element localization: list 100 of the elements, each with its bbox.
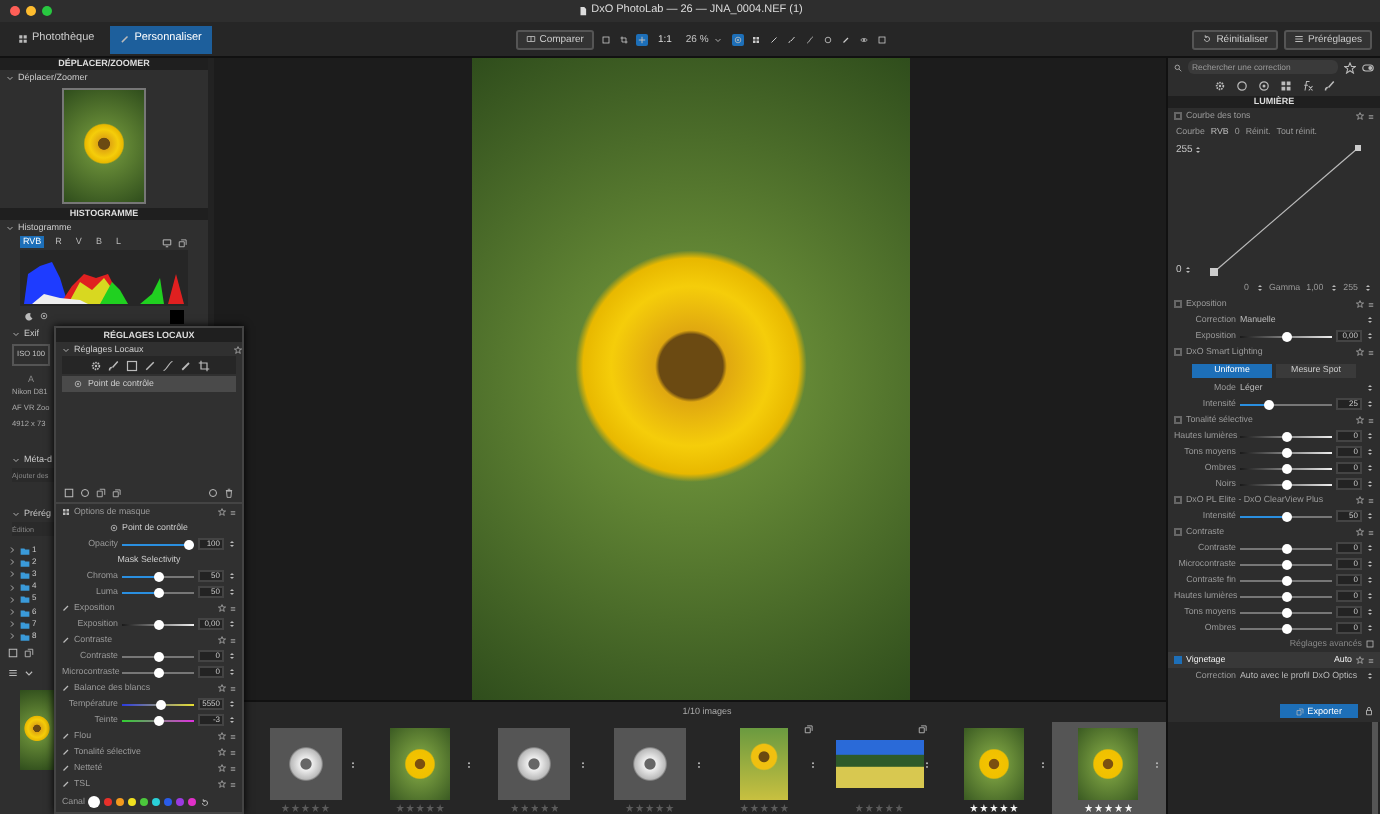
minimize-button[interactable] (26, 6, 36, 16)
target-icon[interactable] (1257, 80, 1269, 92)
star-rating[interactable] (510, 804, 559, 812)
menu-icon[interactable] (1368, 657, 1374, 663)
color-dot[interactable] (104, 798, 113, 806)
slider-thumb[interactable] (156, 699, 167, 709)
stack-icon[interactable] (918, 724, 929, 734)
menu-icon[interactable] (230, 509, 236, 515)
stepper-icon[interactable] (1366, 448, 1374, 456)
circle-icon[interactable] (208, 488, 218, 498)
menu-icon[interactable] (1368, 113, 1374, 119)
menu-icon[interactable] (230, 749, 236, 755)
stepper-icon[interactable] (1366, 332, 1374, 340)
slider[interactable] (1240, 607, 1332, 617)
menu-icon[interactable] (230, 781, 236, 787)
menu-icon[interactable] (1368, 529, 1374, 535)
color-dot[interactable] (140, 798, 149, 806)
caret-icon[interactable] (6, 73, 14, 81)
stepper-icon[interactable] (228, 668, 236, 676)
photo-thumbnail[interactable] (613, 728, 686, 800)
star-icon[interactable] (218, 508, 226, 516)
menu-icon[interactable] (1368, 301, 1374, 307)
star-rating[interactable] (281, 804, 330, 812)
color-dot[interactable] (164, 798, 173, 806)
menu-icon[interactable] (8, 668, 18, 678)
star-icon[interactable] (1356, 496, 1364, 504)
photo-thumbnail[interactable] (963, 728, 1024, 800)
lock-icon[interactable] (1364, 706, 1374, 716)
stepper-icon[interactable] (1366, 384, 1374, 392)
color-dot[interactable] (128, 798, 137, 806)
star-rating[interactable] (1084, 804, 1133, 812)
color-dot[interactable] (188, 798, 197, 806)
slider[interactable] (122, 699, 194, 709)
stepper-icon[interactable] (1366, 576, 1374, 584)
grid-icon[interactable] (750, 33, 763, 45)
star-icon[interactable] (1356, 528, 1364, 536)
slider-thumb[interactable] (1281, 543, 1291, 553)
star-icon[interactable] (1356, 112, 1364, 120)
slider[interactable] (1240, 575, 1332, 585)
square-icon[interactable] (1366, 640, 1374, 648)
stepper-icon[interactable] (228, 620, 236, 628)
target-icon[interactable] (732, 33, 745, 45)
trash-icon[interactable] (224, 488, 234, 498)
photo-thumbnail[interactable] (740, 728, 789, 800)
stepper-icon[interactable] (228, 652, 236, 660)
slider-thumb[interactable] (1281, 575, 1291, 585)
moon-icon[interactable] (24, 311, 34, 321)
slider-thumb[interactable] (1281, 559, 1291, 569)
star-icon[interactable] (1344, 61, 1356, 73)
menu-icon[interactable] (230, 637, 236, 643)
slider-thumb[interactable] (1281, 591, 1291, 601)
photo-thumbnail[interactable] (1078, 728, 1139, 800)
color-dot[interactable] (152, 798, 161, 806)
stepper-icon[interactable] (228, 572, 236, 580)
star-rating[interactable] (625, 804, 674, 812)
checkbox[interactable] (1174, 112, 1182, 120)
stepper-icon[interactable] (1255, 284, 1263, 292)
zoom-button[interactable] (42, 6, 52, 16)
stepper-icon[interactable] (1366, 316, 1374, 324)
pencil-icon[interactable] (179, 359, 191, 371)
photo-thumbnail[interactable] (390, 728, 451, 800)
crop-icon[interactable] (617, 33, 630, 45)
star-rating[interactable] (740, 804, 789, 812)
square-icon[interactable] (8, 648, 18, 658)
circle-icon[interactable] (40, 312, 48, 320)
star-rating[interactable] (969, 804, 1018, 812)
stepper-icon[interactable] (1366, 592, 1374, 600)
slider[interactable] (1240, 399, 1332, 409)
copy-icon[interactable] (96, 488, 106, 498)
stepper-icon[interactable] (1366, 608, 1374, 616)
stepper-icon[interactable] (1366, 544, 1374, 552)
reset-icon[interactable] (200, 797, 211, 807)
caret-icon[interactable] (12, 509, 20, 517)
photo-thumbnail[interactable] (498, 728, 571, 800)
slider[interactable] (122, 539, 194, 549)
checkbox[interactable] (1174, 416, 1182, 424)
stepper-icon[interactable] (1366, 672, 1374, 680)
star-icon[interactable] (1356, 656, 1364, 664)
brush-icon[interactable] (786, 33, 799, 45)
slider[interactable] (1240, 511, 1332, 521)
star-icon[interactable] (1356, 348, 1364, 356)
stepper-icon[interactable] (228, 716, 236, 724)
slider-thumb[interactable] (153, 667, 163, 677)
menu-icon[interactable] (230, 733, 236, 739)
slider-thumb[interactable] (1281, 431, 1291, 441)
checkbox[interactable] (1174, 656, 1182, 664)
slider[interactable] (122, 715, 194, 725)
brush-icon[interactable] (1323, 80, 1335, 92)
curve-icon[interactable] (804, 33, 817, 45)
pencil-icon[interactable] (840, 33, 853, 45)
filmstrip-cell[interactable] (1051, 722, 1166, 814)
circle-icon[interactable] (822, 33, 835, 45)
square-icon[interactable] (876, 33, 889, 45)
copy-icon[interactable] (24, 648, 34, 658)
menu-icon[interactable] (230, 765, 236, 771)
stepper-icon[interactable] (1366, 560, 1374, 568)
slider[interactable] (122, 587, 194, 597)
stepper-icon[interactable] (1366, 464, 1374, 472)
slider[interactable] (122, 667, 194, 677)
color-swatch[interactable] (170, 309, 184, 323)
